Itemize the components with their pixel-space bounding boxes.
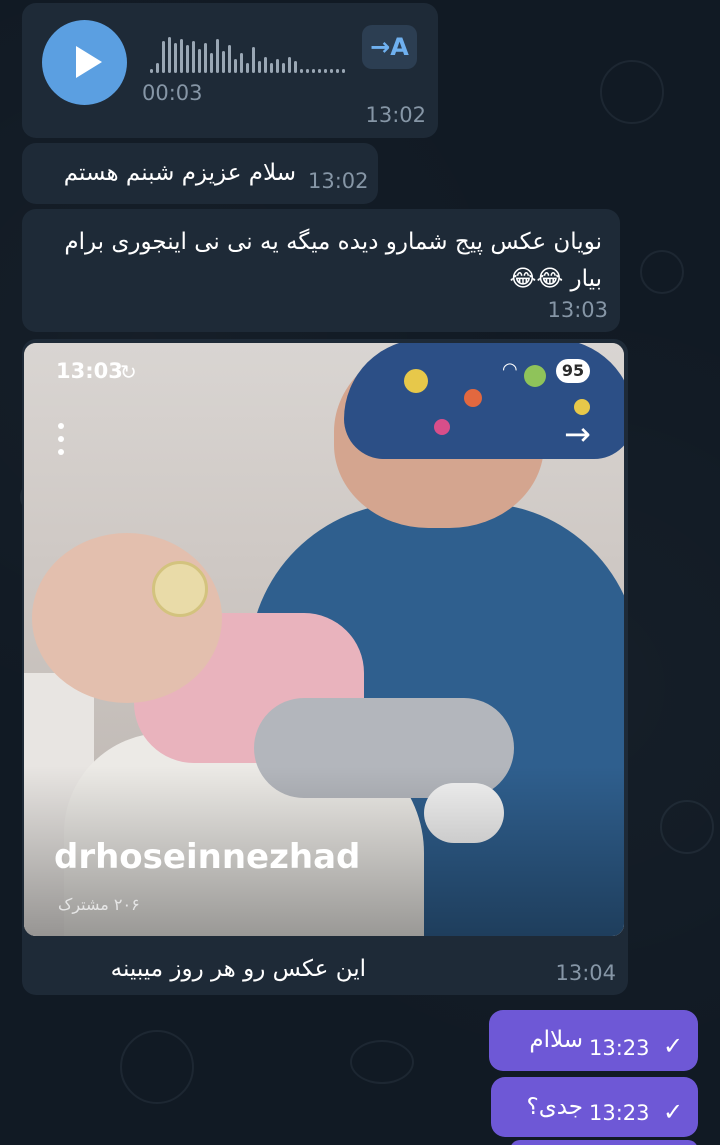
- wallpaper-doodle: [660, 800, 714, 854]
- message-text: نویان عکس پیج شمارو دیده میگه یه نی نی ا…: [64, 229, 602, 292]
- shared-photo[interactable]: 13:03 ↻ ◠ 95 → drhoseinnezhad ۲۰۶ مشترک: [24, 343, 624, 936]
- voice-duration: 00:03: [142, 81, 203, 105]
- forward-arrow-icon: →: [564, 415, 591, 453]
- message-time: 13:23: [589, 1101, 650, 1125]
- message-text: سلاام: [529, 1027, 583, 1053]
- message-time: 13:04: [555, 961, 616, 985]
- transcribe-button[interactable]: →A: [362, 25, 417, 69]
- battery-badge: 95: [556, 359, 590, 383]
- photo-status-time: 13:03: [56, 359, 123, 383]
- outgoing-message-partial[interactable]: [510, 1140, 698, 1145]
- message-time: 13:02: [308, 169, 369, 193]
- check-icon: ✓: [663, 1098, 684, 1126]
- message-time: 13:23: [589, 1036, 650, 1060]
- menu-dots-icon: [58, 423, 64, 455]
- photo-caption: این عکس رو هر روز میبینه: [110, 956, 366, 982]
- wallpaper-doodle: [600, 60, 664, 124]
- message-text: سلام عزیزم شبنم هستم: [63, 160, 296, 186]
- message-time: 13:03: [547, 298, 608, 322]
- play-icon[interactable]: [42, 20, 127, 105]
- photo-pacifier: [152, 561, 208, 617]
- check-icon: ✓: [663, 1032, 684, 1060]
- outgoing-message[interactable]: سلاام 13:23 ✓: [489, 1010, 698, 1071]
- voice-waveform[interactable]: [150, 33, 350, 73]
- wallpaper-doodle: [350, 1040, 414, 1084]
- wifi-icon: ◠: [502, 359, 518, 380]
- incoming-message[interactable]: سلام عزیزم شبنم هستم 13:02: [22, 143, 378, 204]
- wallpaper-doodle: [120, 1030, 194, 1104]
- photo-subscribers: ۲۰۶ مشترک: [58, 895, 140, 914]
- wallpaper-doodle: [640, 250, 684, 294]
- incoming-message[interactable]: نویان عکس پیج شمارو دیده میگه یه نی نی ا…: [22, 209, 620, 332]
- photo-username: drhoseinnezhad: [54, 837, 361, 877]
- message-time: 13:02: [365, 103, 426, 127]
- outgoing-message[interactable]: جدی؟ 13:23 ✓: [491, 1077, 698, 1137]
- sync-icon: ↻: [120, 360, 137, 384]
- voice-message-bubble[interactable]: →A 00:03 13:02: [22, 3, 438, 138]
- photo-baby-head: [32, 533, 222, 703]
- message-text: جدی؟: [526, 1094, 583, 1120]
- photo-message-bubble[interactable]: 13:03 ↻ ◠ 95 → drhoseinnezhad ۲۰۶ مشترک …: [22, 339, 628, 995]
